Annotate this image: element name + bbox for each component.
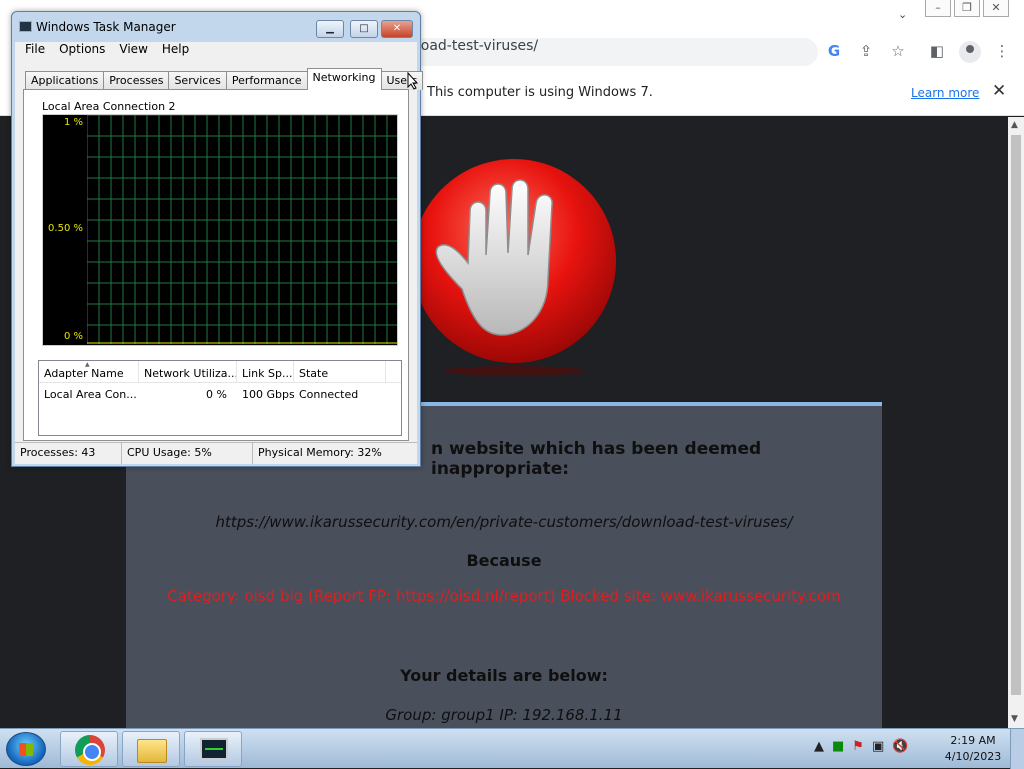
browser-minimize-button[interactable]: – [925, 0, 951, 17]
browser-window-controls: – ❐ ✕ [922, 0, 1009, 17]
col-state[interactable]: State [294, 361, 386, 382]
taskbar-explorer-button[interactable] [122, 731, 180, 767]
clock[interactable]: 2:19 AM 4/10/2023 [940, 733, 1006, 765]
networking-pane: Local Area Connection 2 1 % 0.50 % 0 % ▲… [23, 89, 409, 441]
menu-file[interactable]: File [25, 42, 45, 62]
tm-maximize-button[interactable]: □ [350, 20, 378, 38]
status-memory: Physical Memory: 32% [258, 446, 382, 459]
menu-help[interactable]: Help [162, 42, 189, 62]
block-reason: Category: oisd big (Report FP: https://o… [167, 587, 841, 605]
taskbar-chrome-button[interactable] [60, 731, 118, 767]
tm-close-button[interactable]: ✕ [381, 20, 413, 38]
status-cpu: CPU Usage: 5% [122, 443, 253, 464]
start-button[interactable] [6, 732, 46, 766]
graph-label-max: 1 % [63, 117, 83, 128]
browser-close-button[interactable]: ✕ [983, 0, 1009, 17]
graph-grid [87, 115, 397, 344]
network-graph: 1 % 0.50 % 0 % [42, 114, 398, 346]
task-manager-icon [200, 738, 228, 760]
graph-y-axis: 1 % 0.50 % 0 % [43, 115, 87, 347]
menu-view[interactable]: View [119, 42, 147, 62]
tm-statusbar: Processes: 43 CPU Usage: 5% Physical Mem… [15, 442, 417, 464]
col-adapter-name[interactable]: ▲ Adapter Name [39, 361, 139, 382]
tab-search-chevron-icon[interactable]: ⌄ [898, 8, 907, 21]
profile-avatar-icon[interactable] [959, 41, 981, 63]
blocked-url: https://www.ikarussecurity.com/en/privat… [215, 513, 793, 531]
task-manager-app-icon [19, 21, 32, 32]
taskbar: ▲ ■ ⚑ ▣ 🔇 2:19 AM 4/10/2023 [0, 728, 1024, 769]
tab-services[interactable]: Services [168, 71, 227, 90]
volume-muted-icon[interactable]: 🔇 [892, 739, 908, 754]
cell-adapter-name: Local Area Con... [44, 388, 137, 401]
clock-date: 4/10/2023 [944, 750, 1002, 763]
tm-minimize-button[interactable]: ▁ [316, 20, 344, 38]
stop-hand-icon [412, 159, 616, 376]
adapter-table: ▲ Adapter Name Network Utiliza... Link Sp… [38, 360, 402, 436]
show-desktop-button[interactable] [1010, 729, 1024, 769]
cell-link-speed: 100 Gbps [242, 388, 294, 401]
menu-options[interactable]: Options [59, 42, 105, 62]
connection-label: Local Area Connection 2 [42, 100, 176, 113]
tab-networking[interactable]: Networking [306, 68, 382, 90]
system-tray: ▲ ■ ⚑ ▣ 🔇 [814, 739, 908, 754]
network-icon[interactable]: ▣ [872, 739, 884, 754]
scroll-up-icon[interactable]: ▲ [1011, 120, 1018, 130]
infobar-close-icon[interactable]: ✕ [992, 81, 1006, 101]
col-link-speed[interactable]: Link Sp... [237, 361, 294, 382]
menu-kebab-icon[interactable]: ⋮ [992, 42, 1012, 62]
performance-tray-icon[interactable]: ■ [832, 739, 844, 754]
because-label: Because [466, 551, 542, 570]
status-processes: Processes: 43 [15, 443, 122, 464]
tm-body: Applications Processes Services Performa… [15, 62, 424, 464]
infobar-message: This computer is using Windows 7. [427, 85, 653, 100]
task-manager-titlebar[interactable]: Windows Task Manager [19, 20, 176, 34]
tab-applications[interactable]: Applications [25, 71, 105, 90]
page-scrollbar[interactable]: ▲ ▼ [1008, 117, 1024, 728]
taskbar-taskmgr-button[interactable] [184, 731, 242, 767]
share-icon[interactable]: ⇪ [856, 42, 876, 62]
learn-more-link[interactable]: Learn more [911, 86, 979, 100]
details-heading: Your details are below: [400, 666, 608, 685]
browser-restore-button[interactable]: ❐ [954, 0, 980, 17]
folder-icon [137, 739, 167, 763]
sort-arrow-icon: ▲ [85, 361, 90, 368]
blocked-notice-heading: n website which has been deemed inapprop… [431, 439, 762, 479]
scroll-down-icon[interactable]: ▼ [1011, 714, 1018, 724]
tab-processes[interactable]: Processes [103, 71, 170, 90]
address-bar-url: nload-test-viruses/ [408, 38, 539, 54]
mouse-cursor-icon [407, 72, 419, 90]
tm-menubar: File Options View Help [15, 42, 417, 62]
task-manager-title: Windows Task Manager [36, 20, 176, 34]
show-hidden-icons-icon[interactable]: ▲ [814, 739, 824, 754]
tm-tabs: Applications Processes Services Performa… [25, 68, 424, 90]
col-network-utilization[interactable]: Network Utiliza... [139, 361, 237, 382]
graph-label-min: 0 % [63, 331, 83, 342]
table-row[interactable]: Local Area Con... 0 % 100 Gbps Connected [39, 383, 401, 403]
address-bar[interactable]: nload-test-viruses/ [380, 38, 818, 66]
adapter-table-header: ▲ Adapter Name Network Utiliza... Link Sp… [39, 361, 401, 383]
chrome-icon [75, 735, 105, 765]
graph-label-mid: 0.50 % [48, 223, 83, 234]
action-center-icon[interactable]: ⚑ [852, 739, 864, 754]
task-manager-window: Windows Task Manager ▁ □ ✕ File Options … [11, 11, 424, 467]
scrollbar-thumb[interactable] [1011, 135, 1021, 695]
clock-time: 2:19 AM [950, 734, 996, 747]
bookmark-star-icon[interactable]: ☆ [888, 42, 908, 62]
side-panel-icon[interactable]: ◧ [927, 42, 947, 62]
client-details: Group: group1 IP: 192.168.1.11 [385, 706, 623, 724]
google-lens-icon[interactable]: G [824, 42, 844, 62]
cell-utilization: 0 % [206, 388, 227, 401]
cell-state: Connected [299, 388, 359, 401]
tab-performance[interactable]: Performance [225, 71, 308, 90]
